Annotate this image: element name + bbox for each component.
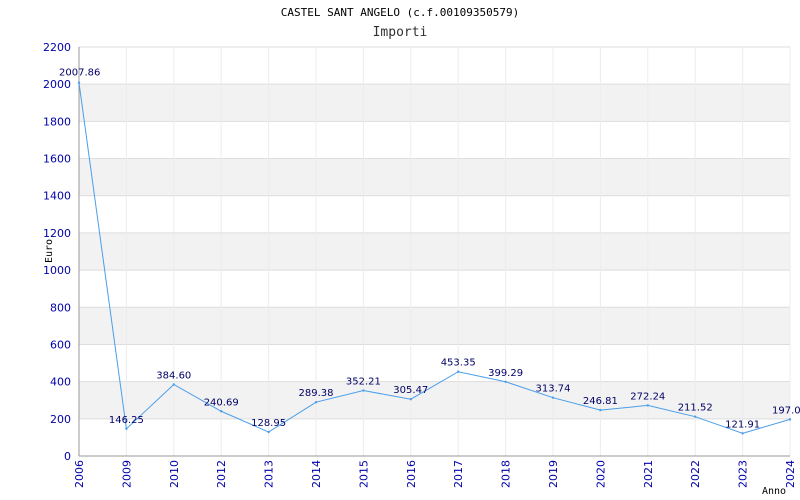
data-point — [172, 383, 175, 386]
x-tick-label: 2012 — [215, 460, 228, 488]
x-tick-label: 2023 — [737, 460, 750, 488]
data-point — [504, 380, 507, 383]
grid-band — [79, 158, 790, 196]
x-tick-label: 2018 — [500, 460, 513, 488]
y-tick-label: 2000 — [43, 78, 71, 91]
data-label: 2007.86 — [59, 68, 100, 79]
data-point — [646, 404, 649, 407]
y-axis-title: Euro — [44, 239, 55, 263]
x-tick-label: 2015 — [357, 460, 370, 488]
y-tick-label: 1400 — [43, 190, 71, 203]
y-tick-label: 1800 — [43, 115, 71, 128]
x-tick-label: 2024 — [784, 460, 797, 488]
grid-band — [79, 307, 790, 345]
y-tick-label: 2200 — [43, 41, 71, 54]
grid-band — [79, 232, 790, 271]
data-point — [788, 418, 792, 421]
x-tick-label: 2013 — [263, 460, 276, 488]
data-point — [220, 410, 223, 413]
data-point — [314, 401, 318, 404]
x-tick-label: 2016 — [405, 460, 418, 488]
data-point — [125, 427, 128, 431]
data-label: 240.69 — [204, 397, 239, 408]
data-point — [694, 415, 697, 418]
x-tick-label: 2006 — [73, 460, 86, 488]
y-tick-label: 600 — [50, 338, 71, 351]
y-tick-label: 1200 — [43, 227, 71, 240]
y-tick-label: 1600 — [43, 153, 71, 166]
x-tick-label: 2010 — [168, 460, 181, 488]
y-tick-label: 400 — [50, 376, 71, 389]
x-tick-label: 2017 — [452, 460, 465, 488]
data-point — [741, 432, 744, 435]
data-label: 211.52 — [678, 403, 713, 414]
data-label: 128.95 — [251, 418, 286, 429]
x-tick-label: 2020 — [594, 460, 607, 488]
grid-band — [79, 270, 790, 308]
x-tick-label: 2014 — [310, 460, 323, 488]
grid-band — [79, 418, 790, 456]
x-tick-label: 2019 — [547, 460, 560, 488]
y-tick-label: 800 — [50, 301, 71, 314]
data-label: 384.60 — [156, 370, 191, 381]
x-tick-label: 2022 — [689, 460, 702, 488]
data-label: 121.91 — [725, 419, 760, 430]
x-axis-title: Anno — [762, 486, 786, 497]
grid-band — [79, 47, 790, 85]
data-point — [551, 396, 555, 399]
data-label: 399.29 — [488, 368, 523, 379]
grid-band — [79, 121, 790, 159]
data-label: 289.38 — [299, 388, 334, 399]
data-label: 146.25 — [109, 415, 144, 426]
data-label: 313.74 — [536, 384, 571, 395]
data-label: 352.21 — [346, 377, 381, 388]
data-label: 305.47 — [393, 385, 428, 396]
y-tick-label: 200 — [50, 413, 71, 426]
data-label: 197.00 — [772, 405, 800, 416]
data-point — [457, 370, 460, 373]
y-tick-label: 0 — [64, 450, 71, 463]
x-axis-ticks: 2006 2009 2010 2012 2013 2014 2015 2016 2017 2018… — [73, 460, 797, 488]
grid-bands — [78, 46, 791, 457]
y-tick-label: 1000 — [43, 264, 71, 277]
data-point — [599, 408, 602, 412]
data-label: 453.35 — [441, 358, 476, 369]
grid-band — [79, 84, 790, 122]
data-point — [77, 81, 81, 84]
data-point — [362, 389, 365, 392]
data-label: 246.81 — [583, 396, 618, 407]
x-tick-label: 2009 — [120, 460, 133, 488]
data-point — [409, 398, 412, 401]
data-point — [267, 430, 270, 434]
line-chart: 0 200 400 600 800 1000 1200 1400 1600 1800 2000 220… — [43, 41, 800, 497]
x-tick-label: 2021 — [642, 460, 655, 488]
data-label: 272.24 — [630, 391, 665, 402]
grid-band — [79, 195, 790, 233]
